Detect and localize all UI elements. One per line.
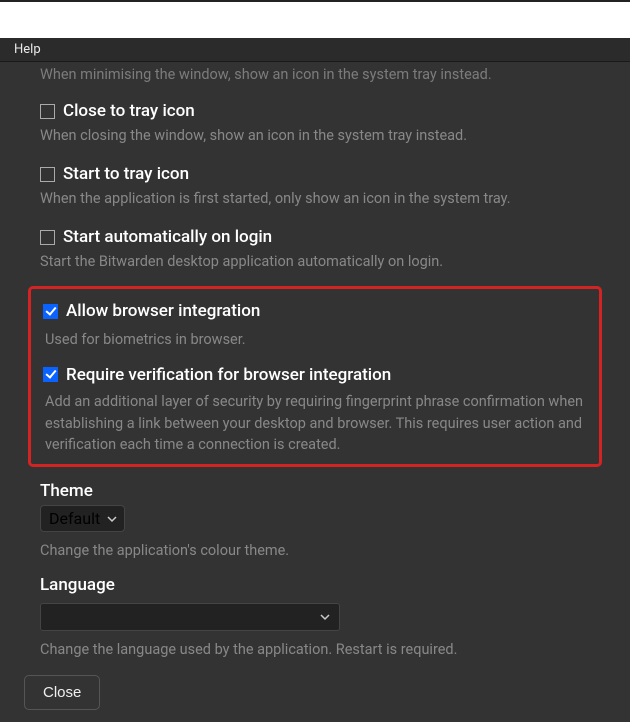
desc-close-tray: When closing the window, show an icon in… (40, 125, 590, 146)
label-auto-login: Start automatically on login (63, 227, 272, 247)
theme-desc: Change the application's colour theme. (28, 536, 602, 561)
label-start-tray: Start to tray icon (63, 164, 189, 184)
label-verify-integration: Require verification for browser integra… (66, 365, 391, 385)
checkbox-auto-login[interactable] (40, 230, 55, 245)
setting-browser-integration: Allow browser integration (31, 293, 599, 327)
desc-start-tray: When the application is first started, o… (40, 188, 590, 209)
setting-auto-login: Start automatically on login Start the B… (28, 219, 602, 282)
settings-panel: When minimising the window, show an icon… (0, 62, 630, 722)
close-button[interactable]: Close (24, 675, 100, 710)
theme-select-value: Default (49, 509, 100, 528)
label-close-tray: Close to tray icon (63, 101, 195, 121)
chevron-down-icon (106, 513, 118, 525)
desc-auto-login: Start the Bitwarden desktop application … (40, 251, 590, 272)
language-label: Language (28, 561, 602, 599)
checkbox-close-tray[interactable] (40, 104, 55, 119)
setting-close-tray: Close to tray icon When closing the wind… (28, 93, 602, 156)
setting-start-tray: Start to tray icon When the application … (28, 156, 602, 219)
desc-verify-integration: Add an additional layer of security by r… (31, 389, 599, 456)
checkbox-start-tray[interactable] (40, 167, 55, 182)
theme-label: Theme (28, 475, 602, 505)
label-browser-integration: Allow browser integration (66, 301, 260, 321)
language-desc: Change the language used by the applicat… (28, 635, 602, 660)
menubar: Help (0, 38, 630, 62)
highlight-box: Allow browser integration Used for biome… (28, 286, 602, 467)
chevron-down-icon (319, 611, 331, 623)
checkbox-browser-integration[interactable] (43, 304, 58, 319)
language-select[interactable] (40, 603, 340, 631)
theme-select[interactable]: Default (40, 505, 125, 532)
menu-help[interactable]: Help (14, 42, 41, 57)
desc-browser-integration: Used for biometrics in browser. (31, 327, 599, 351)
minimize-tray-desc: When minimising the window, show an icon… (28, 66, 602, 93)
window-top-white (0, 0, 630, 38)
checkbox-verify-integration[interactable] (43, 367, 58, 382)
setting-verify-integration: Require verification for browser integra… (31, 351, 599, 389)
